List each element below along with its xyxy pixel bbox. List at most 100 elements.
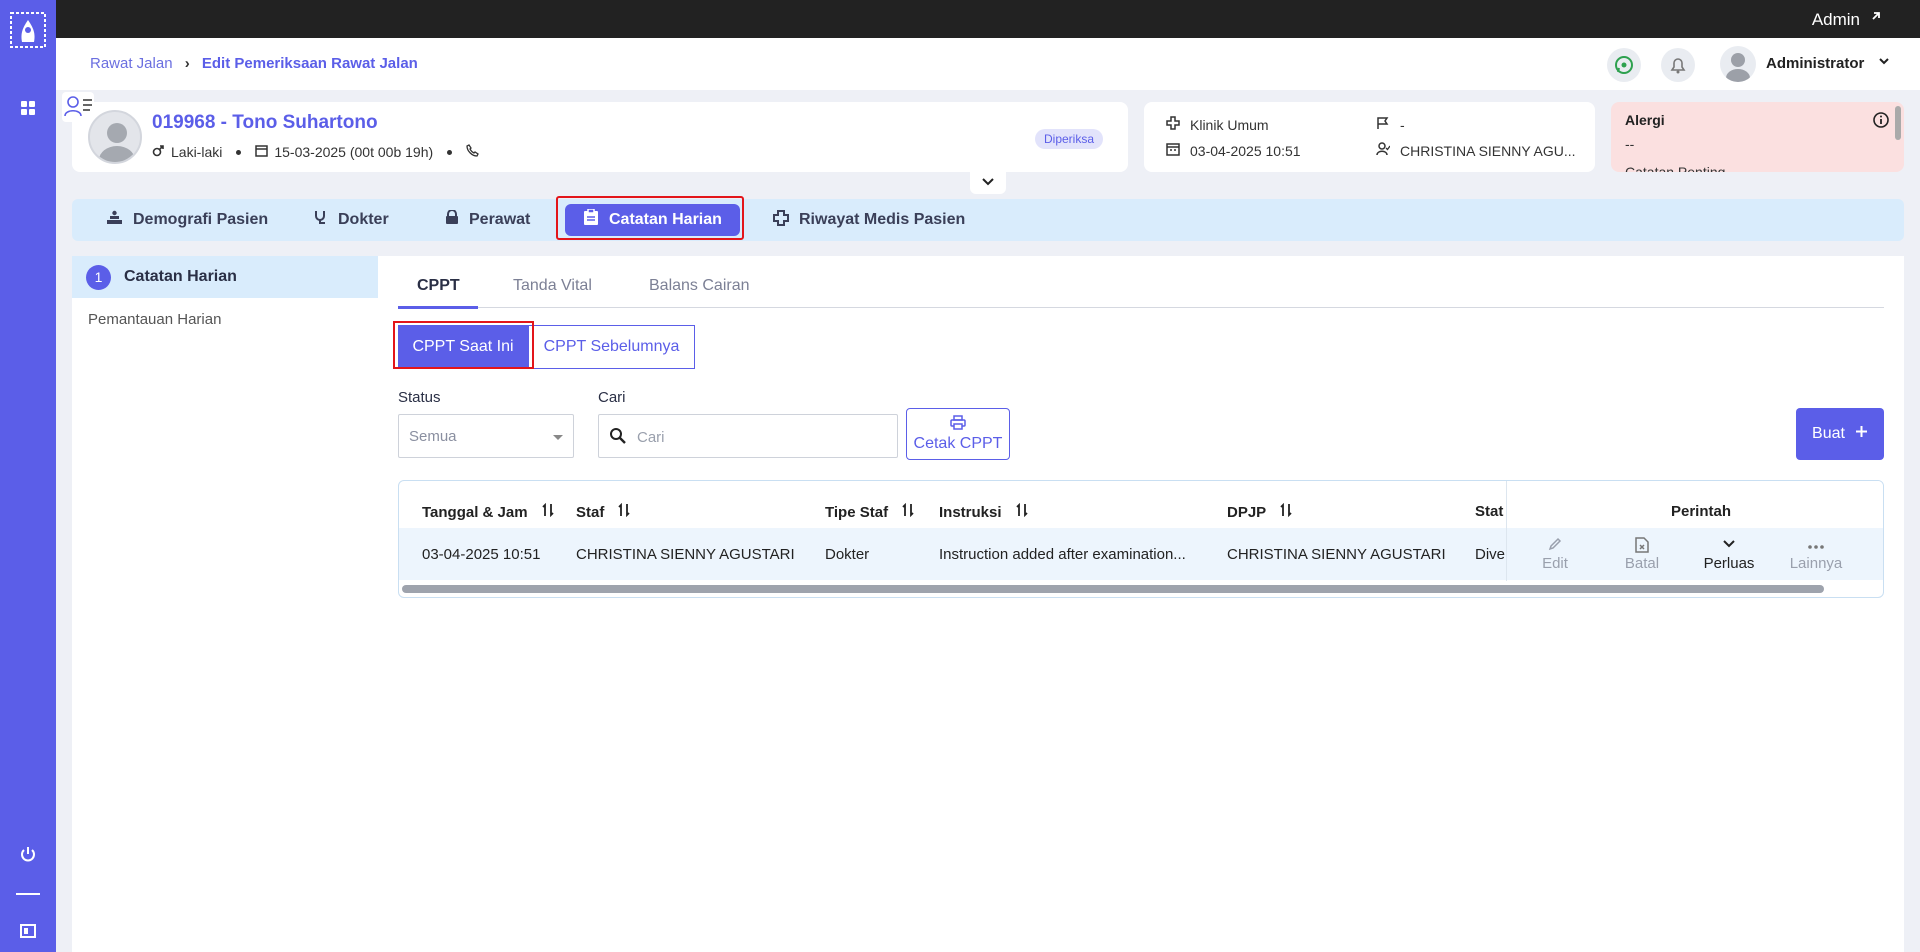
column-header-tanggal[interactable]: Tanggal & Jam <box>422 502 554 521</box>
header-label: Stat <box>1475 503 1504 520</box>
actions-header: Perintah <box>1671 503 1732 520</box>
more-button[interactable]: Lainnya <box>1781 533 1851 572</box>
logo-icon[interactable] <box>10 12 46 48</box>
column-header-tipe-staf[interactable]: Tipe Staf <box>825 502 914 521</box>
allergy-scrollbar[interactable] <box>1895 106 1901 140</box>
tab-dokter[interactable]: Dokter <box>313 199 389 241</box>
header-label: Tanggal & Jam <box>422 503 528 521</box>
status-badge: Diperiksa <box>1035 129 1104 149</box>
separator-dot <box>236 149 242 155</box>
subtab-tanda-vital[interactable]: Tanda Vital <box>513 277 592 295</box>
sidebar-divider <box>16 893 40 895</box>
patient-birth: 15-03-2025 (00t 00b 19h) <box>274 144 434 160</box>
tab-perawat[interactable]: Perawat <box>445 199 530 241</box>
step-catatan-harian[interactable]: 1 Catatan Harian <box>72 256 378 298</box>
allergy-value: -- <box>1625 136 1635 152</box>
patient-card: 019968 - Tono Suhartono Laki-laki 15-03-… <box>72 102 1128 172</box>
calendar-icon <box>1166 142 1180 159</box>
more-dots-icon <box>1781 533 1851 555</box>
status-select[interactable]: Semua <box>398 414 574 458</box>
breadcrumb-current: Edit Pemeriksaan Rawat Jalan <box>201 55 418 72</box>
nurse-icon <box>445 209 459 230</box>
cppt-previous-button[interactable]: CPPT Sebelumnya <box>528 325 695 369</box>
sort-icon[interactable] <box>541 502 554 521</box>
cell-status: Dive <box>1475 546 1506 563</box>
stethoscope-icon <box>313 210 328 230</box>
whatsapp-button[interactable] <box>1607 48 1641 82</box>
plus-icon <box>1855 425 1868 443</box>
tab-label: Riwayat Medis Pasien <box>799 211 966 228</box>
column-header-instruksi[interactable]: Instruksi <box>939 502 1028 521</box>
sidebar <box>0 0 56 952</box>
patient-gender: Laki-laki <box>171 144 223 160</box>
medical-cross-icon <box>773 209 789 231</box>
tab-label: Demografi Pasien <box>133 211 269 228</box>
dropdown-caret-icon <box>553 435 563 440</box>
step-number: 1 <box>86 265 111 290</box>
user-name[interactable]: Administrator <box>1766 55 1864 72</box>
printer-icon <box>907 415 1009 435</box>
cppt-table: Tanggal & Jam Staf Tipe Staf Instruksi D… <box>398 480 1884 598</box>
demography-icon <box>106 210 123 230</box>
cancel-button[interactable]: Batal <box>1607 533 1677 572</box>
sort-icon[interactable] <box>902 502 914 521</box>
active-tab-indicator <box>398 306 478 309</box>
tab-demografi-pasien[interactable]: Demografi Pasien <box>106 199 268 241</box>
action-label: Batal <box>1624 555 1660 572</box>
breadcrumb: Rawat Jalan › Edit Pemeriksaan Rawat Jal… <box>90 55 418 72</box>
step-label: Catatan Harian <box>124 268 237 285</box>
header-label: DPJP <box>1227 503 1267 521</box>
patient-meta: Laki-laki 15-03-2025 (00t 00b 19h) <box>152 144 479 160</box>
cell-staff: CHRISTINA SIENNY AGUSTARI <box>576 546 795 563</box>
column-header-staf[interactable]: Staf <box>576 502 630 521</box>
external-link-icon[interactable] <box>1870 9 1882 26</box>
create-button[interactable]: Buat <box>1796 408 1884 460</box>
allergy-card: Alergi -- Catatan Penting <box>1611 102 1904 172</box>
user-avatar[interactable] <box>1720 46 1756 82</box>
print-cppt-button[interactable]: Cetak CPPT <box>906 408 1010 460</box>
sub-tabs: CPPT Tanda Vital Balans Cairan <box>398 256 1884 308</box>
visit-datetime: 03-04-2025 10:51 <box>1190 142 1301 159</box>
breadcrumb-parent[interactable]: Rawat Jalan <box>90 55 173 72</box>
chevron-down-icon[interactable] <box>1878 54 1890 71</box>
sort-icon[interactable] <box>1015 502 1028 521</box>
header: Rawat Jalan › Edit Pemeriksaan Rawat Jal… <box>56 38 1920 90</box>
document-cancel-icon <box>1607 533 1677 555</box>
step-pemantauan-harian[interactable]: Pemantauan Harian <box>88 311 221 328</box>
info-icon[interactable] <box>1873 112 1889 132</box>
action-label: Edit <box>1542 555 1568 572</box>
doctor-check-icon <box>1376 142 1391 159</box>
notification-bell-icon[interactable] <box>1661 48 1695 82</box>
visit-flag-value: - <box>1400 116 1405 133</box>
tab-label: Perawat <box>469 211 531 228</box>
sort-icon[interactable] <box>1280 502 1292 521</box>
main-tabs: Demografi Pasien Dokter Perawat Catatan … <box>72 199 1904 241</box>
allergy-title: Alergi <box>1625 112 1665 128</box>
collapse-toggle-button[interactable] <box>970 170 1006 194</box>
column-header-status[interactable]: Stat <box>1475 503 1503 520</box>
panel-icon[interactable] <box>20 923 36 939</box>
edit-button[interactable]: Edit <box>1520 533 1590 572</box>
admin-label[interactable]: Admin <box>1812 10 1860 30</box>
horizontal-scrollbar[interactable] <box>402 585 1824 593</box>
sort-icon[interactable] <box>618 502 630 521</box>
header-label: Instruksi <box>939 503 1002 521</box>
phone-icon[interactable] <box>466 144 479 160</box>
patient-avatar <box>88 110 142 164</box>
doctor-card-icon[interactable] <box>62 92 94 122</box>
status-value: Semua <box>409 428 457 445</box>
power-icon[interactable] <box>19 845 37 863</box>
tab-riwayat-medis-pasien[interactable]: Riwayat Medis Pasien <box>773 199 965 241</box>
allergy-more: Catatan Penting <box>1625 164 1726 172</box>
column-header-dpjp[interactable]: DPJP <box>1227 502 1292 521</box>
status-label: Status <box>398 389 441 406</box>
print-cppt-label: Cetak CPPT <box>913 435 1003 452</box>
subtab-balans-cairan[interactable]: Balans Cairan <box>649 277 750 295</box>
search-box <box>598 414 898 458</box>
grid-menu-icon[interactable] <box>20 100 36 116</box>
subtab-cppt[interactable]: CPPT <box>417 277 460 295</box>
flag-icon <box>1376 116 1390 133</box>
search-input[interactable] <box>637 425 887 449</box>
top-bar: Admin <box>0 0 1920 38</box>
expand-button[interactable]: Perluas <box>1694 533 1764 572</box>
